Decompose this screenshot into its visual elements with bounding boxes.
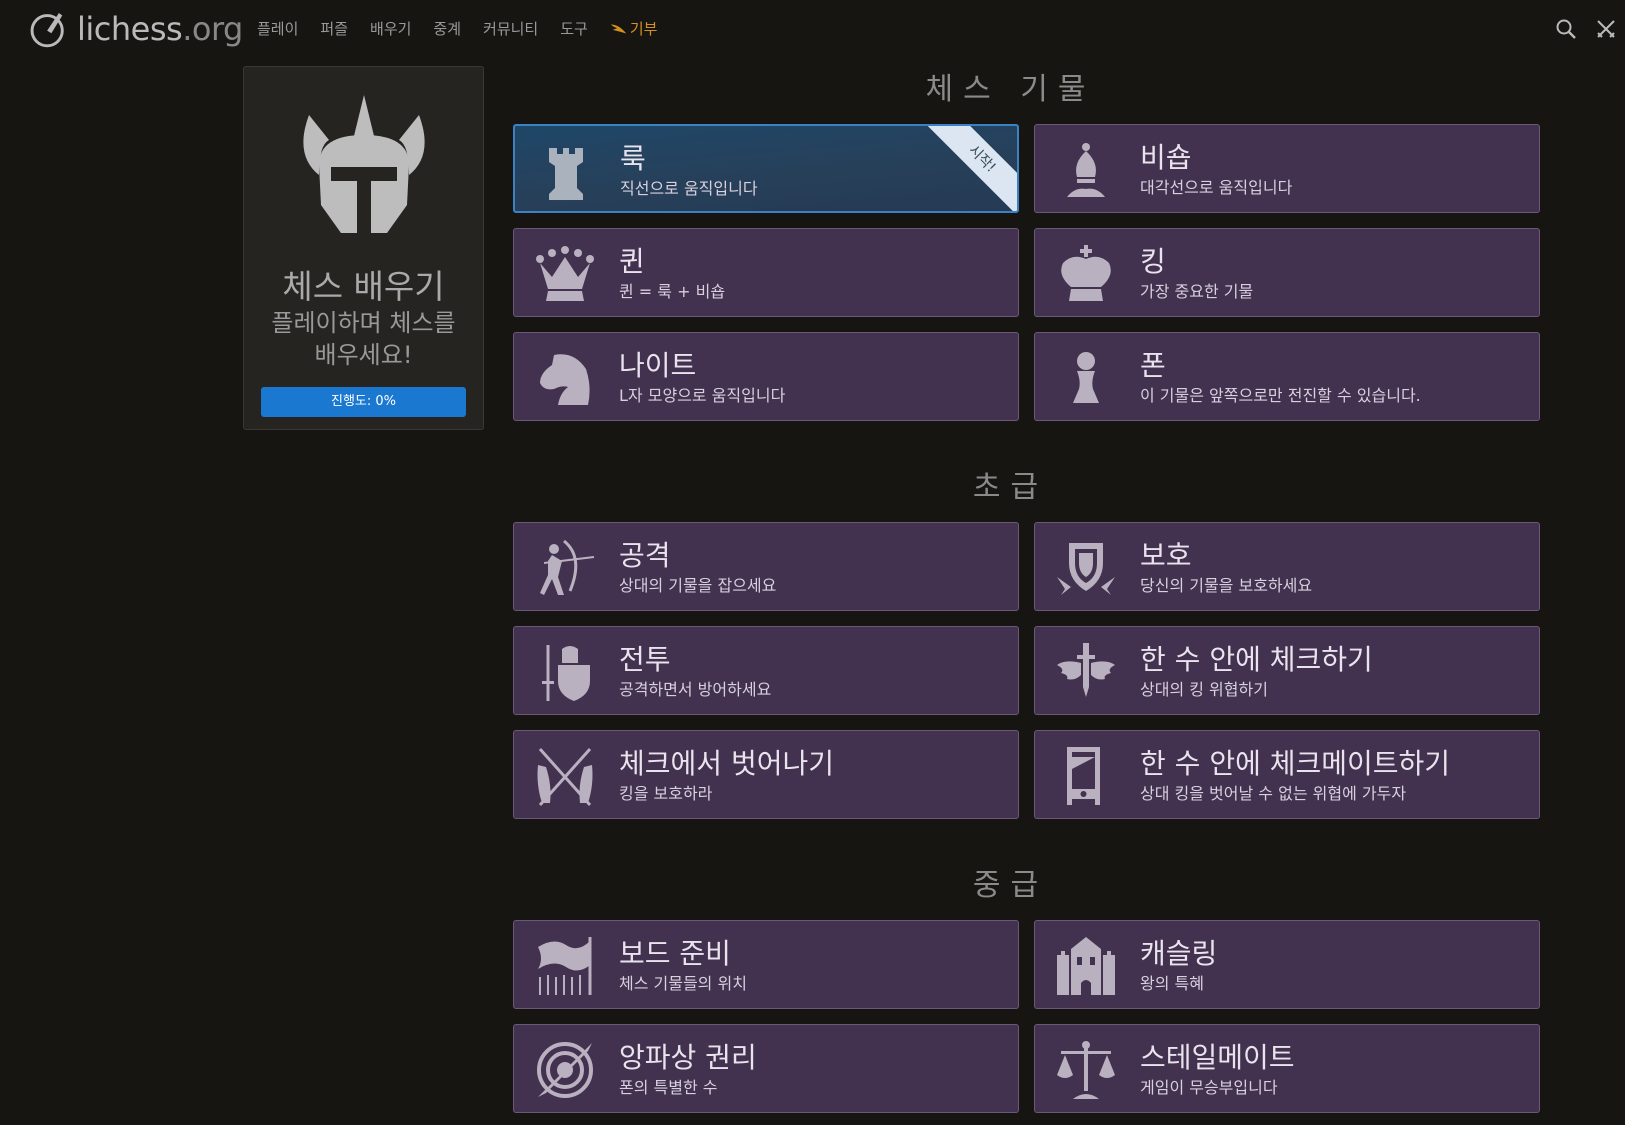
scales-icon xyxy=(1055,1039,1117,1101)
stage-desc: 왕의 특혜 xyxy=(1140,974,1204,993)
progress-bar: 진행도: 0% xyxy=(261,387,466,417)
stage-check-in-one[interactable]: 한 수 안에 체크하기 상대의 킹 위협하기 xyxy=(1034,626,1540,715)
nav-learn[interactable]: 배우기 xyxy=(370,18,411,39)
stage-name: 비숍 xyxy=(1140,141,1192,174)
stage-name: 공격 xyxy=(619,539,671,572)
stage-name: 한 수 안에 체크하기 xyxy=(1140,643,1373,676)
stage-name: 보드 준비 xyxy=(619,937,731,970)
stage-name: 킹 xyxy=(1140,245,1166,278)
knight-icon xyxy=(534,347,596,409)
stage-desc: 폰의 특별한 수 xyxy=(619,1078,718,1097)
stage-name: 보호 xyxy=(1140,539,1192,572)
stage-desc: 당신의 기물을 보호하세요 xyxy=(1140,576,1313,595)
section-title-pieces: 체스 기물 xyxy=(925,72,1096,107)
stage-name: 나이트 xyxy=(619,349,697,382)
stage-king[interactable]: 킹 가장 중요한 기물 xyxy=(1034,228,1540,317)
donate-label: 기부 xyxy=(629,20,658,38)
stage-out-of-check[interactable]: 체크에서 벗어나기 킹을 보호하라 xyxy=(513,730,1019,819)
stage-rook[interactable]: 룩 직선으로 움직입니다 시작! xyxy=(513,124,1019,213)
stage-name: 전투 xyxy=(619,643,671,676)
stage-capture[interactable]: 공격 상대의 기물을 잡으세요 xyxy=(513,522,1019,611)
top-bar: lichess.org 플레이 퍼즐 배우기 중계 커뮤니티 도구 기부 xyxy=(0,0,1625,60)
swords-icon[interactable] xyxy=(1595,18,1617,40)
side-title: 체스 배우기 xyxy=(282,267,445,306)
stage-combat[interactable]: 전투 공격하면서 방어하세요 xyxy=(513,626,1019,715)
main-nav: 플레이 퍼즐 배우기 중계 커뮤니티 도구 기부 xyxy=(257,18,679,39)
stage-desc: 체스 기물들의 위치 xyxy=(619,974,747,993)
stage-castling[interactable]: 캐슬링 왕의 특혜 xyxy=(1034,920,1540,1009)
stage-desc: 가장 중요한 기물 xyxy=(1140,282,1254,301)
side-subtitle: 플레이하며 체스를 배우세요! xyxy=(271,309,456,369)
section-title-beginner: 초급 xyxy=(972,470,1049,505)
search-icon[interactable] xyxy=(1555,18,1577,40)
guillotine-icon xyxy=(1055,745,1117,807)
nav-play[interactable]: 플레이 xyxy=(257,18,298,39)
crossed-spears-icon xyxy=(534,745,596,807)
queen-icon xyxy=(534,243,596,305)
stage-stalemate[interactable]: 스테일메이트 게임이 무승부입니다 xyxy=(1034,1024,1540,1113)
flag-army-icon xyxy=(534,935,596,997)
stage-board-setup[interactable]: 보드 준비 체스 기물들의 위치 xyxy=(513,920,1019,1009)
stage-protection[interactable]: 보호 당신의 기물을 보호하세요 xyxy=(1034,522,1540,611)
stage-desc: 공격하면서 방어하세요 xyxy=(619,680,772,699)
stage-desc: L자 모양으로 움직입니다 xyxy=(619,386,786,405)
horned-helmet-icon xyxy=(303,95,425,233)
winged-sword-icon xyxy=(1055,641,1117,703)
stage-name: 스테일메이트 xyxy=(1140,1041,1295,1074)
stage-en-passant[interactable]: 앙파상 권리 폰의 특별한 수 xyxy=(513,1024,1019,1113)
stage-knight[interactable]: 나이트 L자 모양으로 움직입니다 xyxy=(513,332,1019,421)
stage-name: 한 수 안에 체크메이트하기 xyxy=(1140,747,1451,780)
stage-desc: 이 기물은 앞쪽으로만 전진할 수 있습니다. xyxy=(1140,386,1421,405)
stage-name: 퀸 xyxy=(619,245,645,278)
nav-donate[interactable]: 기부 xyxy=(610,18,658,39)
stage-desc: 상대 킹을 벗어날 수 없는 위협에 가두자 xyxy=(1140,784,1407,803)
stage-desc: 퀸 = 룩 + 비숍 xyxy=(619,282,726,301)
learn-side-panel: 체스 배우기 플레이하며 체스를 배우세요! 진행도: 0% xyxy=(243,66,484,430)
nav-community[interactable]: 커뮤니티 xyxy=(483,18,538,39)
stage-name: 앙파상 권리 xyxy=(619,1041,757,1074)
stage-desc: 킹을 보호하라 xyxy=(619,784,713,803)
castle-icon xyxy=(1055,935,1117,997)
bishop-icon xyxy=(1055,139,1117,201)
knight-warrior-icon xyxy=(534,641,596,703)
stage-queen[interactable]: 퀸 퀸 = 룩 + 비숍 xyxy=(513,228,1019,317)
wing-icon xyxy=(610,24,627,33)
king-icon xyxy=(1055,243,1117,305)
stage-name: 룩 xyxy=(620,142,646,175)
section-title-intermediate: 중급 xyxy=(972,868,1049,903)
archer-icon xyxy=(534,537,596,599)
stage-bishop[interactable]: 비숍 대각선으로 움직입니다 xyxy=(1034,124,1540,213)
stage-desc: 대각선으로 움직입니다 xyxy=(1140,178,1293,197)
logo-text: lichess.org xyxy=(77,10,243,48)
stage-mate-in-one[interactable]: 한 수 안에 체크메이트하기 상대 킹을 벗어날 수 없는 위협에 가두자 xyxy=(1034,730,1540,819)
rook-icon xyxy=(535,140,597,202)
nav-tools[interactable]: 도구 xyxy=(560,18,588,39)
swirl-icon xyxy=(534,1039,596,1101)
start-ribbon: 시작! xyxy=(925,126,1017,211)
stage-desc: 상대의 킹 위협하기 xyxy=(1140,680,1268,699)
stage-name: 캐슬링 xyxy=(1140,937,1218,970)
lichess-horse-icon xyxy=(30,13,64,48)
nav-watch[interactable]: 중계 xyxy=(433,18,461,39)
stage-desc: 상대의 기물을 잡으세요 xyxy=(619,576,777,595)
stage-name: 체크에서 벗어나기 xyxy=(619,747,834,780)
stage-name: 폰 xyxy=(1140,349,1166,382)
stage-desc: 직선으로 움직입니다 xyxy=(620,179,758,198)
nav-puzzles[interactable]: 퍼즐 xyxy=(320,18,348,39)
top-icons xyxy=(1555,18,1617,40)
shield-icon xyxy=(1055,537,1117,599)
pawn-icon xyxy=(1055,347,1117,409)
site-logo[interactable]: lichess.org xyxy=(27,8,243,50)
stage-desc: 게임이 무승부입니다 xyxy=(1140,1078,1278,1097)
stage-pawn[interactable]: 폰 이 기물은 앞쪽으로만 전진할 수 있습니다. xyxy=(1034,332,1540,421)
